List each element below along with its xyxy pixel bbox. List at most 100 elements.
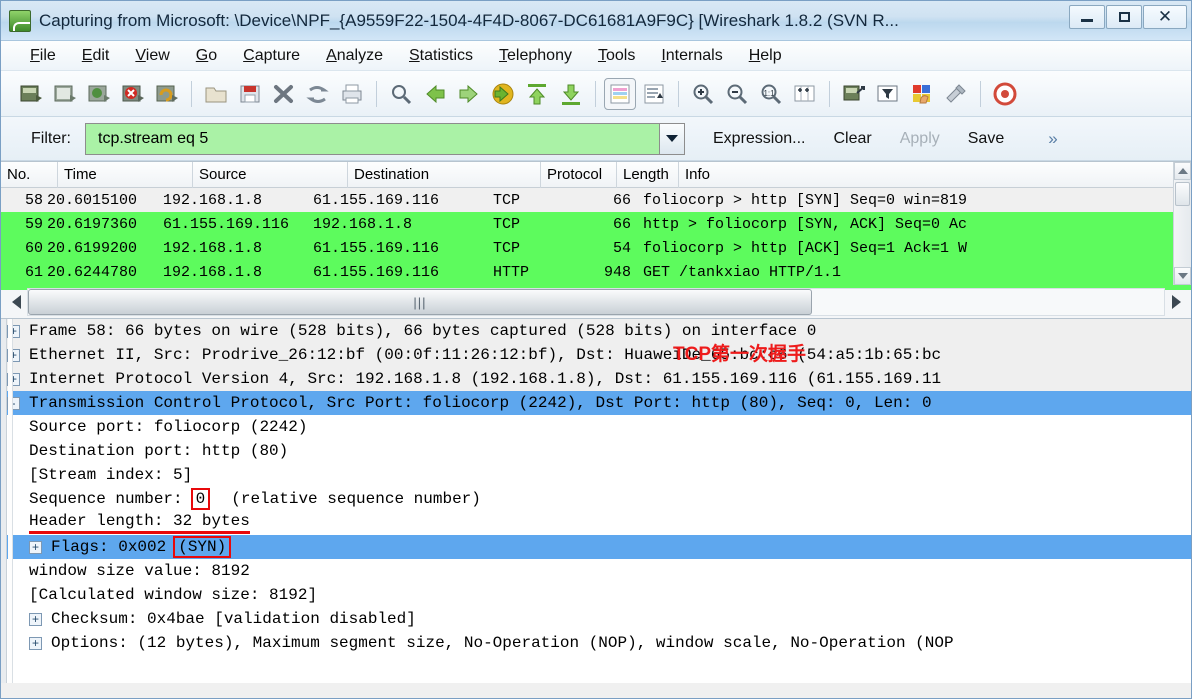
filter-history-dropdown[interactable] — [659, 122, 685, 155]
hscroll-thumb[interactable]: ||| — [28, 289, 812, 315]
clear-filter-button[interactable]: Clear — [833, 130, 871, 148]
detail-row-source-port[interactable]: Source port: foliocorp (2242) — [1, 415, 1191, 439]
packet-list-header: No. Time Source Destination Protocol Len… — [1, 161, 1191, 188]
table-row[interactable]: 59 20.6197360 61.155.169.116 192.168.1.8… — [1, 212, 1191, 236]
detail-row-frame[interactable]: + Frame 58: 66 bytes on wire (528 bits),… — [1, 319, 1191, 343]
menu-help[interactable]: Help — [736, 45, 795, 67]
menu-telephony[interactable]: Telephony — [486, 45, 585, 67]
header-length-label: Header length: 32 bytes — [29, 512, 250, 534]
preferences-icon[interactable] — [940, 78, 972, 110]
expand-toggle-icon[interactable]: + — [29, 540, 42, 554]
wireshark-icon — [9, 9, 31, 32]
menu-capture[interactable]: Capture — [230, 45, 313, 67]
close-file-icon[interactable] — [268, 78, 300, 110]
menu-tools[interactable]: Tools — [585, 45, 648, 67]
coloring-rules-icon[interactable] — [906, 78, 938, 110]
restart-capture-icon[interactable] — [151, 78, 183, 110]
interfaces-icon[interactable] — [15, 78, 47, 110]
cell-destination: 61.155.169.116 — [313, 263, 440, 281]
go-first-packet-icon[interactable] — [521, 78, 553, 110]
menu-statistics[interactable]: Statistics — [396, 45, 486, 67]
menu-view[interactable]: View — [122, 45, 182, 67]
resize-columns-icon[interactable] — [789, 78, 821, 110]
detail-row-sequence-number[interactable]: Sequence number: 0 (relative sequence nu… — [1, 487, 1191, 511]
save-filter-button[interactable]: Save — [968, 130, 1004, 148]
column-header-info[interactable]: Info — [679, 162, 1159, 188]
detail-row-calculated-window-size[interactable]: [Calculated window size: 8192] — [1, 583, 1191, 607]
print-icon[interactable] — [336, 78, 368, 110]
detail-row-destination-port[interactable]: Destination port: http (80) — [1, 439, 1191, 463]
menu-internals[interactable]: Internals — [648, 45, 735, 67]
detail-row-tcp[interactable]: - Transmission Control Protocol, Src Por… — [1, 391, 1191, 415]
filter-overflow-button[interactable]: » — [1048, 129, 1057, 149]
display-filters-icon[interactable] — [872, 78, 904, 110]
hscroll-track[interactable]: ||| — [27, 288, 1165, 316]
detail-row-checksum[interactable]: + Checksum: 0x4bae [validation disabled] — [1, 607, 1191, 631]
menu-edit[interactable]: Edit — [69, 45, 123, 67]
table-row[interactable]: 60 20.6199200 192.168.1.8 61.155.169.116… — [1, 236, 1191, 260]
menu-edit-key: E — [81, 46, 93, 64]
expression-button[interactable]: Expression... — [713, 130, 805, 148]
sequence-number-label: Sequence number: — [29, 490, 183, 508]
detail-row-options[interactable]: + Options: (12 bytes), Maximum segment s… — [1, 631, 1191, 655]
column-header-no[interactable]: No. — [1, 161, 58, 188]
close-button[interactable]: ✕ — [1143, 5, 1187, 29]
scroll-down-button[interactable] — [1174, 267, 1191, 285]
open-file-icon[interactable] — [200, 78, 232, 110]
svg-text:1:1: 1:1 — [763, 89, 775, 98]
toolbar-separator — [678, 80, 679, 107]
capture-filters-icon[interactable] — [838, 78, 870, 110]
column-header-time[interactable]: Time — [58, 161, 193, 188]
capture-options-icon[interactable] — [49, 78, 81, 110]
zoom-out-icon[interactable] — [721, 78, 753, 110]
filter-input-wrapper[interactable] — [85, 122, 660, 155]
go-last-packet-icon[interactable] — [555, 78, 587, 110]
detail-row-flags[interactable]: + Flags: 0x002 (SYN) — [1, 535, 1191, 559]
cell-no: 58 — [24, 191, 43, 209]
go-to-packet-icon[interactable] — [487, 78, 519, 110]
apply-filter-button[interactable]: Apply — [900, 130, 940, 148]
reload-icon[interactable] — [302, 78, 334, 110]
stop-capture-icon[interactable] — [117, 78, 149, 110]
arrow-down-icon — [1177, 273, 1188, 279]
start-capture-icon[interactable] — [83, 78, 115, 110]
menu-analyze[interactable]: Analyze — [313, 45, 396, 67]
detail-row-ip[interactable]: + Internet Protocol Version 4, Src: 192.… — [1, 367, 1191, 391]
help-icon[interactable] — [989, 78, 1021, 110]
packet-list-vertical-scrollbar[interactable] — [1173, 162, 1191, 285]
menu-file[interactable]: File — [17, 45, 69, 67]
packet-list-horizontal-scrollbar[interactable]: ||| — [1, 285, 1191, 319]
colorize-icon[interactable] — [604, 77, 636, 110]
go-forward-icon[interactable] — [453, 78, 485, 110]
zoom-in-icon[interactable] — [687, 78, 719, 110]
detail-row-ethernet[interactable]: + Ethernet II, Src: Prodrive_26:12:bf (0… — [1, 343, 1191, 367]
filter-input[interactable] — [96, 128, 659, 149]
save-file-icon[interactable] — [234, 78, 266, 110]
minimize-button[interactable] — [1069, 5, 1105, 29]
hscroll-right-button[interactable] — [1165, 289, 1187, 315]
column-header-protocol[interactable]: Protocol — [541, 161, 617, 188]
auto-scroll-icon[interactable] — [638, 78, 670, 110]
detail-row-window-size-value[interactable]: window size value: 8192 — [1, 559, 1191, 583]
cell-destination: 61.155.169.116 — [313, 191, 440, 209]
detail-row-header-length[interactable]: Header length: 32 bytes — [1, 511, 1191, 535]
scrollbar-thumb[interactable] — [1175, 182, 1190, 206]
table-row[interactable]: 58 20.6015100 192.168.1.8 61.155.169.116… — [1, 188, 1191, 212]
go-back-icon[interactable] — [419, 78, 451, 110]
detail-row-stream-index[interactable]: [Stream index: 5] — [1, 463, 1191, 487]
scroll-up-button[interactable] — [1174, 162, 1191, 180]
menu-go[interactable]: Go — [183, 45, 230, 67]
expand-toggle-icon[interactable]: + — [29, 612, 42, 626]
column-header-source[interactable]: Source — [193, 161, 348, 188]
table-row[interactable]: 61 20.6244780 192.168.1.8 61.155.169.116… — [1, 260, 1191, 284]
maximize-button[interactable] — [1106, 5, 1142, 29]
zoom-reset-icon[interactable]: 1:1 — [755, 78, 787, 110]
column-header-length[interactable]: Length — [617, 161, 679, 188]
hscroll-left-button[interactable] — [5, 289, 27, 315]
expand-toggle-icon[interactable]: + — [29, 636, 42, 650]
column-header-destination[interactable]: Destination — [348, 161, 541, 188]
find-packet-icon[interactable] — [385, 78, 417, 110]
cell-destination: 61.155.169.116 — [313, 239, 440, 257]
cell-info: http > foliocorp [SYN, ACK] Seq=0 Ac — [643, 215, 968, 233]
cell-no: 60 — [24, 239, 43, 257]
